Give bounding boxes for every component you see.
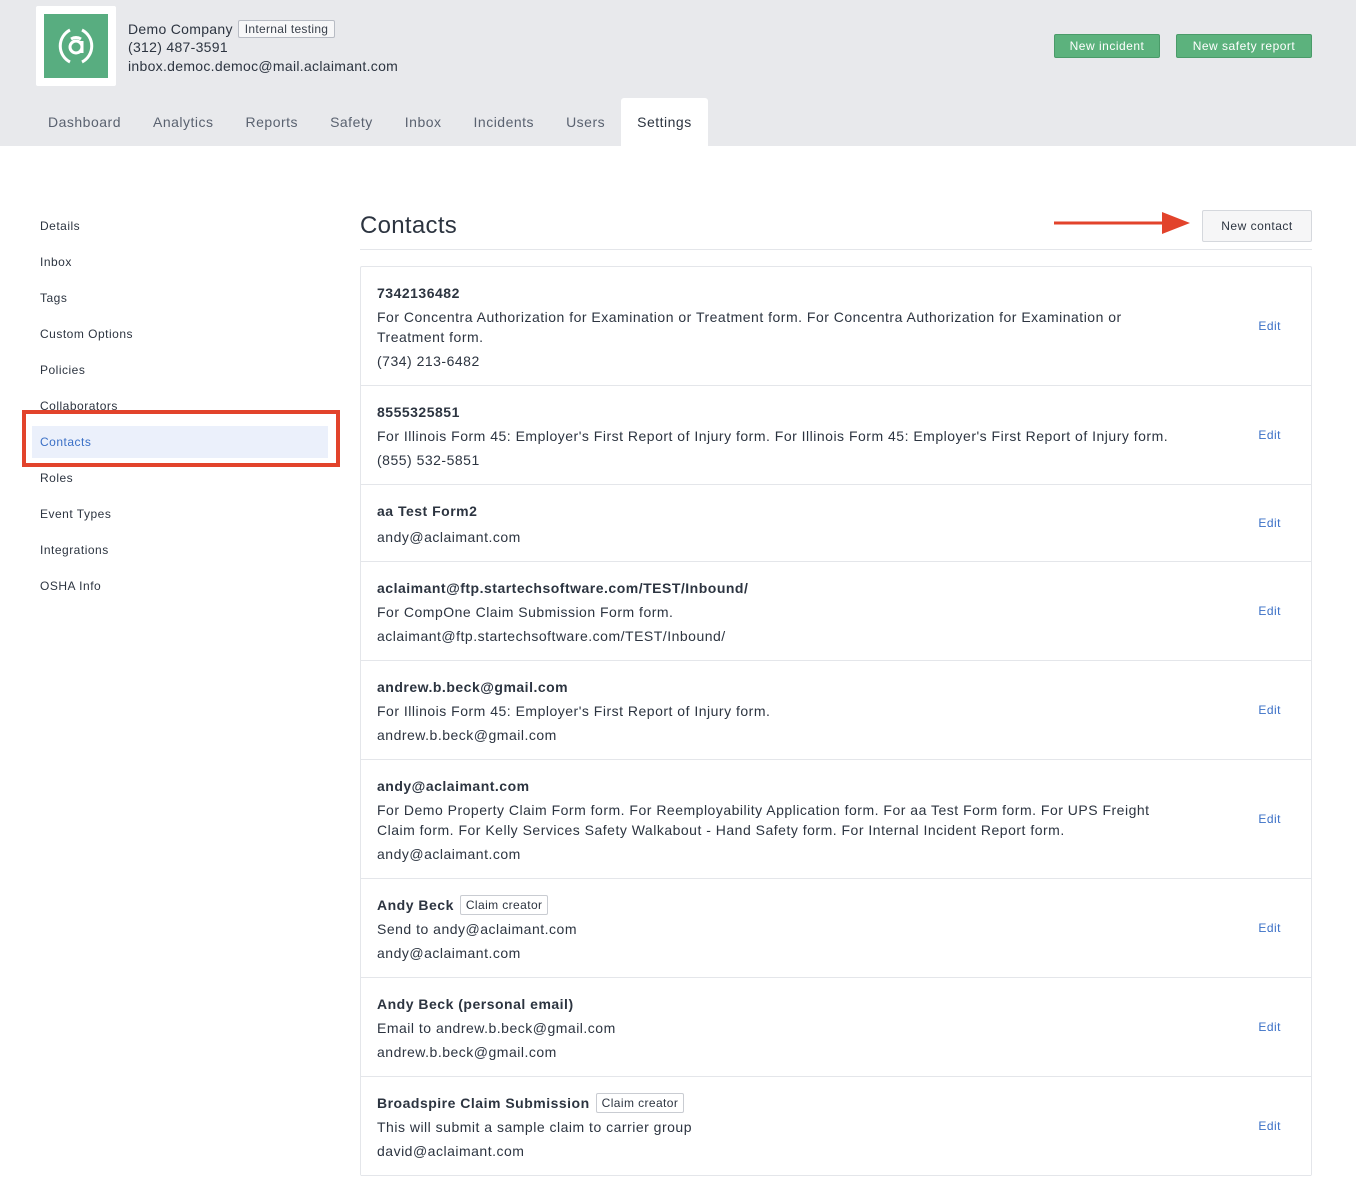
claim-creator-badge: Claim creator: [595, 1093, 685, 1113]
company-phone: (312) 487-3591: [128, 39, 228, 55]
company-info: Demo Company Internal testing (312) 487-…: [128, 20, 398, 76]
list-item: andrew.b.beck@gmail.com For Illinois For…: [361, 661, 1311, 760]
sidebar-item-integrations[interactable]: Integrations: [32, 534, 328, 566]
contact-description: For Illinois Form 45: Employer's First R…: [377, 428, 1169, 444]
contacts-highlight-annotation: [22, 410, 340, 467]
contact-name: aa Test Form2: [377, 503, 478, 519]
contact-name: andy@aclaimant.com: [377, 778, 530, 794]
sidebar-item-custom-options[interactable]: Custom Options: [32, 318, 328, 350]
contact-name: 8555325851: [377, 404, 460, 420]
tab-analytics[interactable]: Analytics: [137, 98, 230, 146]
sidebar-item-policies[interactable]: Policies: [32, 354, 328, 386]
company-name: Demo Company: [128, 21, 233, 37]
contact-name: Broadspire Claim Submission: [377, 1095, 590, 1111]
contact-description: Email to andrew.b.beck@gmail.com: [377, 1020, 616, 1036]
contact-description: For CompOne Claim Submission Form form.: [377, 604, 674, 620]
contact-address: (734) 213-6482: [377, 353, 480, 369]
contact-address: andy@aclaimant.com: [377, 846, 521, 862]
contact-description: For Concentra Authorization for Examinat…: [377, 309, 1122, 345]
list-item: andy@aclaimant.com For Demo Property Cla…: [361, 760, 1311, 879]
contacts-list: 7342136482 For Concentra Authorization f…: [360, 266, 1312, 1176]
tab-inbox[interactable]: Inbox: [389, 98, 458, 146]
contact-address: (855) 532-5851: [377, 452, 480, 468]
edit-link[interactable]: Edit: [1258, 428, 1281, 442]
edit-link[interactable]: Edit: [1258, 604, 1281, 618]
list-item: aa Test Form2 andy@aclaimant.com Edit: [361, 485, 1311, 562]
list-item: 8555325851 For Illinois Form 45: Employe…: [361, 386, 1311, 485]
edit-link[interactable]: Edit: [1258, 1020, 1281, 1034]
contact-description: For Demo Property Claim Form form. For R…: [377, 802, 1150, 838]
tab-reports[interactable]: Reports: [230, 98, 315, 146]
new-contact-button[interactable]: New contact: [1202, 210, 1312, 242]
aclaimant-logo-icon: [44, 14, 108, 78]
contact-name: Andy Beck: [377, 897, 454, 913]
list-item: Andy Beck Claim creator Send to andy@acl…: [361, 879, 1311, 978]
title-divider: [360, 249, 1312, 250]
sidebar-item-tags[interactable]: Tags: [32, 282, 328, 314]
sidebar-item-inbox[interactable]: Inbox: [32, 246, 328, 278]
tab-settings[interactable]: Settings: [621, 98, 708, 146]
contact-name: andrew.b.beck@gmail.com: [377, 679, 569, 695]
list-item: Broadspire Claim Submission Claim creato…: [361, 1077, 1311, 1176]
edit-link[interactable]: Edit: [1258, 319, 1281, 333]
contact-address: aclaimant@ftp.startechsoftware.com/TEST/…: [377, 628, 726, 644]
tab-users[interactable]: Users: [550, 98, 621, 146]
list-item: aclaimant@ftp.startechsoftware.com/TEST/…: [361, 562, 1311, 661]
company-email: inbox.democ.democ@mail.aclaimant.com: [128, 58, 399, 74]
contact-address: andy@aclaimant.com: [377, 529, 521, 545]
claim-creator-badge: Claim creator: [459, 895, 549, 915]
edit-link[interactable]: Edit: [1258, 703, 1281, 717]
contact-address: andy@aclaimant.com: [377, 945, 521, 961]
environment-badge: Internal testing: [237, 20, 336, 38]
list-item: 7342136482 For Concentra Authorization f…: [361, 267, 1311, 386]
settings-sidebar: Details Inbox Tags Custom Options Polici…: [32, 210, 328, 606]
contact-description: For Illinois Form 45: Employer's First R…: [377, 703, 771, 719]
main-tabs: Dashboard Analytics Reports Safety Inbox…: [32, 98, 708, 146]
sidebar-item-osha-info[interactable]: OSHA Info: [32, 570, 328, 602]
app-header: Demo Company Internal testing (312) 487-…: [0, 0, 1356, 146]
new-safety-report-button[interactable]: New safety report: [1176, 34, 1312, 58]
edit-link[interactable]: Edit: [1258, 1119, 1281, 1133]
contact-description: Send to andy@aclaimant.com: [377, 921, 577, 937]
company-logo[interactable]: [36, 6, 116, 86]
arrow-right-annotation-icon: [1054, 212, 1190, 234]
contact-name: aclaimant@ftp.startechsoftware.com/TEST/…: [377, 580, 749, 596]
page-title: Contacts: [360, 212, 458, 239]
new-incident-button[interactable]: New incident: [1054, 34, 1160, 58]
contact-address: david@aclaimant.com: [377, 1143, 525, 1159]
contact-name: Andy Beck (personal email): [377, 996, 574, 1012]
tab-dashboard[interactable]: Dashboard: [32, 98, 137, 146]
list-item: Andy Beck (personal email) Email to andr…: [361, 978, 1311, 1077]
tab-safety[interactable]: Safety: [314, 98, 389, 146]
contact-description: This will submit a sample claim to carri…: [377, 1119, 692, 1135]
contact-address: andrew.b.beck@gmail.com: [377, 1044, 557, 1060]
edit-link[interactable]: Edit: [1258, 921, 1281, 935]
contact-address: andrew.b.beck@gmail.com: [377, 727, 557, 743]
sidebar-item-event-types[interactable]: Event Types: [32, 498, 328, 530]
edit-link[interactable]: Edit: [1258, 516, 1281, 530]
contact-name: 7342136482: [377, 285, 460, 301]
sidebar-item-details[interactable]: Details: [32, 210, 328, 242]
tab-incidents[interactable]: Incidents: [458, 98, 551, 146]
edit-link[interactable]: Edit: [1258, 812, 1281, 826]
